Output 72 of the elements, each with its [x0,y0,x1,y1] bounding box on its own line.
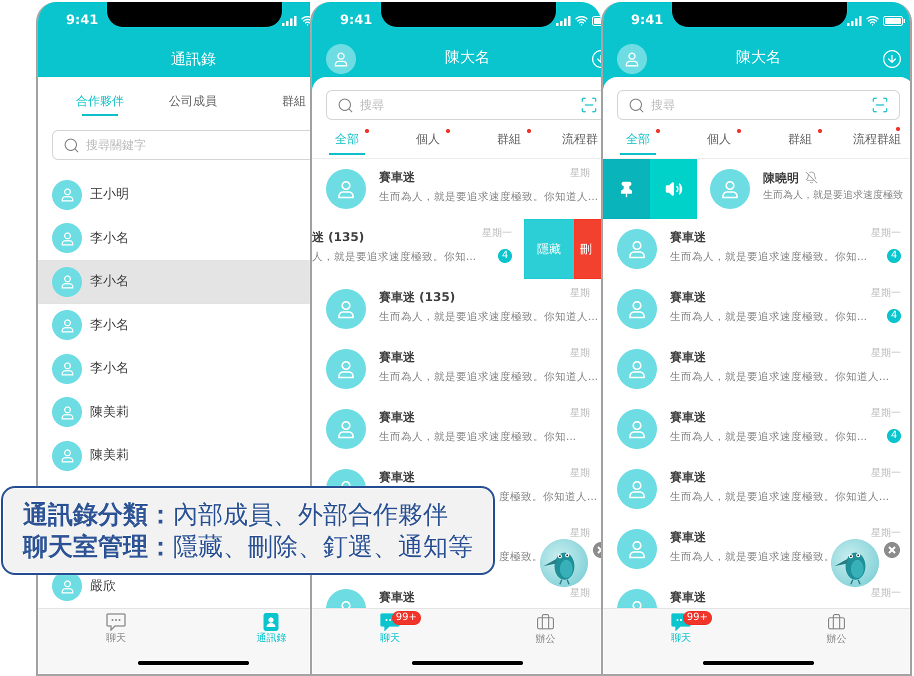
unread-badge: 4 [887,429,901,443]
chat-name: 賽車迷 [670,411,706,423]
contact-name: 嚴欣 [90,578,116,596]
chat-name: 賽車迷 [379,351,415,363]
status-time: 9:41 [631,14,664,27]
screen-title: 陳大名 [445,47,490,68]
contact-name: 李小名 [90,230,129,248]
status-time: 9:41 [66,14,98,27]
unread-badge: 4 [498,249,512,263]
contact-name: 陳美莉 [90,447,129,465]
chat-name: 賽車迷 [379,411,415,423]
chat-name: 賽車迷 [379,171,415,183]
tab-label: 辦公 [535,635,556,645]
message-preview: 度極致。 [499,550,543,564]
message-preview: 生而為人，就是要追求速度極致。你知道人... [379,370,598,384]
contact-name: 李小名 [90,316,129,334]
message-time: 星期 [570,469,590,479]
unread-badge: 4 [887,309,901,323]
message-time: 星期 [570,349,590,359]
message-preview: 生而為人，就是要追求速度極致。你知道人... [379,190,598,204]
unread-count-badge: 99+ [682,611,712,625]
chat-name: 賽車迷 [670,531,706,543]
tab-label: 聊天 [106,634,126,644]
chat-name: 賽車迷 [670,471,706,483]
message-preview: 生而為人，就是要追求速度極致。你知道人... [670,490,890,504]
callout-text: 聊天室管理：隱藏、刪除、釘選、通知等 [23,532,474,562]
message-time: 星期 [570,589,590,599]
chat-name: 賽車迷 [670,231,706,243]
message-time: 星期一 [482,229,512,239]
message-time: 星期 [570,169,590,179]
message-time: 星期 [570,409,590,419]
tab-label: 聊天 [670,634,691,644]
message-time: 星期一 [871,409,901,419]
chat-name: 賽車迷 [670,351,706,363]
chat-name: 賽車迷 [670,291,706,303]
message-time: 星期一 [871,229,901,239]
chat-name: 賽車迷 [670,591,706,603]
screen-title: 通訊錄 [171,49,216,70]
message-time: 星期一 [871,289,901,299]
message-preview: 生而為人，就是要追求速度極致。你知... [670,250,868,264]
message-time: 星期一 [871,349,901,359]
message-preview: 生而為人，就是要追求速度極致。你知... [670,310,868,324]
chat-name: 陳曉明 [763,172,799,184]
message-preview: 生而為人，就是要追求速度極致。你知道人... [379,310,598,324]
callout-text: 通訊錄分類：內部成員、外部合作夥伴 [23,500,449,530]
chat-name: 賽車迷 (135) [379,291,456,303]
screen-title: 陳大名 [736,47,781,68]
contact-name: 李小名 [90,360,129,378]
message-time: 星期一 [871,589,901,599]
message-time: 星期一 [871,529,901,539]
contact-name: 李小名 [90,273,129,291]
message-time: 星期一 [871,469,901,479]
message-preview: 生而為人，就是要追求速度極致 [763,189,903,203]
chat-name: 賽車迷 [379,591,415,603]
contact-name: 王小明 [90,186,129,204]
tab-label: 辦公 [826,635,846,645]
message-preview: 生而為人，就是要追求速度極致。你知... [379,430,576,444]
chat-name: 迷 (135) [312,231,364,243]
unread-badge: 4 [887,249,901,263]
contact-name: 陳美莉 [90,404,129,422]
message-preview: 生而為人，就是要追求速度極致。你知道人... [670,370,890,384]
tab-label: 通訊錄 [256,634,286,644]
message-preview: 生而為人，就是要追求速度極致。你知... [670,430,868,444]
status-time: 9:41 [340,14,372,27]
message-preview: 人，就是要追求速度極致。你知... [312,250,476,264]
message-time: 星期 [570,529,590,539]
message-time: 星期 [570,289,590,299]
message-preview: 度極致。你知道人... [499,490,598,504]
unread-count-badge: 99+ [392,611,421,625]
tab-label: 聊天 [380,634,400,644]
chat-name: 賽車迷 [379,471,415,483]
message-preview: 生而為人，就是要追求速度極致。 [670,550,835,564]
